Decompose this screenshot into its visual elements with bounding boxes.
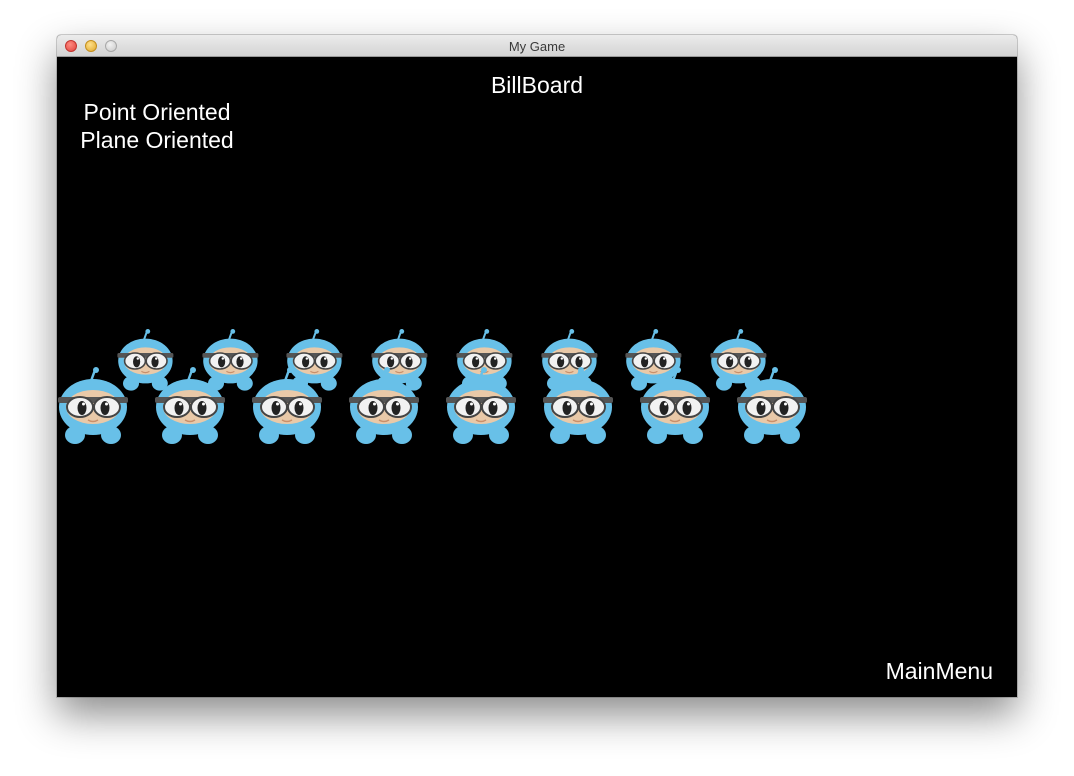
ninja-sprite-front-4 — [346, 367, 426, 447]
window-title: My Game — [508, 39, 566, 54]
game-canvas: BillBoard Point Oriented Plane Oriented — [57, 57, 1017, 697]
title-bar: My Game — [57, 35, 1017, 57]
ninja-sprite-front-1 — [57, 367, 135, 447]
ninja-sprite-front-8 — [734, 367, 814, 447]
ninja-sprite-front-3 — [249, 367, 329, 447]
point-oriented-menu-item[interactable]: Point Oriented — [57, 99, 257, 126]
ninja-sprite-front-2 — [152, 367, 232, 447]
scene-title: BillBoard — [490, 72, 584, 98]
ninja-sprite-front-5 — [443, 367, 523, 447]
ninja-sprite-front-6 — [540, 367, 620, 447]
main-menu-button[interactable]: MainMenu — [886, 658, 993, 685]
plane-oriented-menu-item[interactable]: Plane Oriented — [57, 127, 257, 154]
ninja-sprite-front-7 — [637, 367, 717, 447]
game-window: My Game BillBoard Point Oriented Plane O… — [57, 35, 1017, 697]
